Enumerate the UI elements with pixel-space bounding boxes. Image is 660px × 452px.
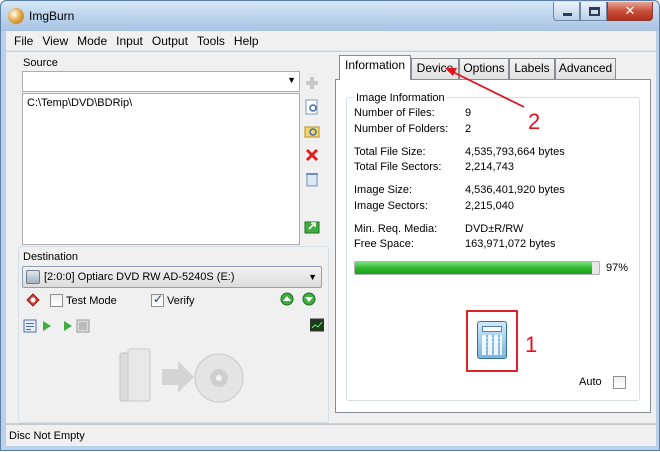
imgburn-window: ImgBurn ✕ File View Mode Input Output To… <box>0 0 660 451</box>
annotation-arrow <box>445 68 525 108</box>
tab-information[interactable]: Information <box>339 55 411 80</box>
